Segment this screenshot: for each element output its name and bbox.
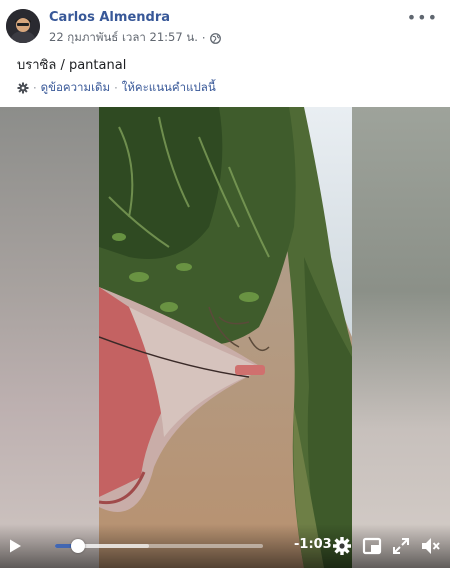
translation-separator: ·: [33, 81, 37, 95]
translation-separator: ·: [114, 81, 118, 95]
picture-in-picture-icon[interactable]: [361, 535, 383, 557]
more-options-button[interactable]: •••: [407, 8, 438, 27]
time-remaining: -1:03: [294, 537, 332, 552]
video-blur-right: [352, 107, 450, 568]
video-blur-left: [0, 107, 99, 568]
rate-translation-link[interactable]: ให้คะแนนคำแปลนี้: [122, 79, 216, 97]
see-original-link[interactable]: ดูข้อความเดิม: [41, 79, 110, 97]
video-frame[interactable]: [99, 107, 352, 568]
author-name[interactable]: Carlos Almendra: [49, 10, 170, 25]
globe-icon[interactable]: [209, 32, 221, 44]
video-player[interactable]: -1:03: [0, 107, 450, 568]
feed-post: Carlos Almendra 22 กุมภาพันธ์ เวลา 21:57…: [0, 0, 450, 568]
fullscreen-icon[interactable]: [390, 535, 412, 557]
post-timestamp[interactable]: 22 กุมภาพันธ์ เวลา 21:57 น.: [49, 29, 198, 47]
post-text: บราซิล / pantanal: [17, 58, 127, 73]
avatar[interactable]: [6, 9, 40, 43]
video-controls: -1:03: [0, 524, 450, 568]
post-meta: 22 กุมภาพันธ์ เวลา 21:57 น. ·: [49, 29, 221, 47]
seek-bar[interactable]: [55, 539, 263, 553]
settings-icon[interactable]: [331, 535, 353, 557]
gear-icon[interactable]: [17, 82, 29, 94]
seek-thumb[interactable]: [70, 539, 85, 553]
meta-separator: ·: [201, 31, 206, 45]
play-icon[interactable]: [7, 538, 23, 554]
translation-bar: · ดูข้อความเดิม · ให้คะแนนคำแปลนี้: [17, 79, 216, 97]
volume-muted-icon[interactable]: [419, 535, 441, 557]
